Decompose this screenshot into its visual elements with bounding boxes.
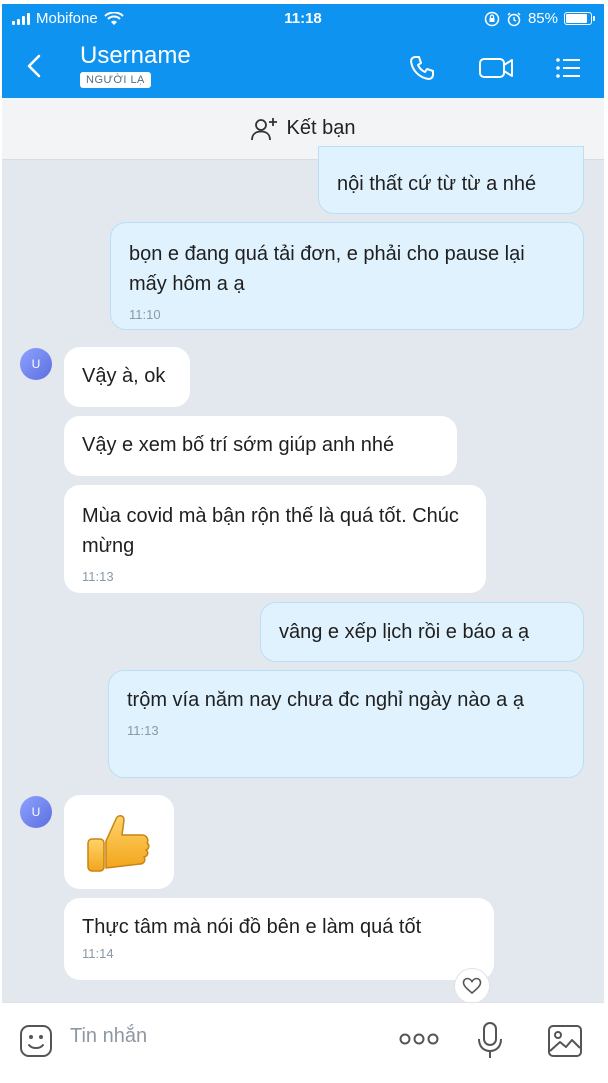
message-time: 11:10 [129, 307, 161, 322]
avatar[interactable]: U [20, 796, 52, 828]
emoji-icon[interactable] [18, 1023, 54, 1059]
react-button[interactable] [454, 968, 490, 1004]
message-time: 11:14 [82, 946, 114, 961]
stranger-badge: NGƯỜI LẠ [80, 72, 151, 88]
microphone-icon[interactable] [476, 1021, 504, 1061]
video-call-icon[interactable] [476, 50, 516, 86]
message-text: bọn e đang quá tải đơn, e phải cho pause… [129, 243, 525, 295]
message-input[interactable]: Tin nhắn [70, 1025, 147, 1048]
back-icon[interactable] [20, 51, 50, 81]
message-time: 11:13 [127, 723, 159, 738]
message-bubble-sent[interactable]: bọn e đang quá tải đơn, e phải cho pause… [110, 222, 584, 330]
phone-icon[interactable] [404, 50, 440, 86]
add-user-icon [250, 117, 277, 140]
rotation-lock-icon [484, 11, 500, 26]
chat-screen: Mobifone 11:18 85% Username NGƯỜI LẠ Kết… [2, 4, 604, 1077]
image-icon[interactable] [546, 1023, 584, 1059]
message-bubble-received[interactable]: Mùa covid mà bận rộn thế là quá tốt. Chú… [64, 485, 486, 593]
message-bubble-received[interactable]: Vậy e xem bố trí sớm giúp anh nhé [64, 416, 457, 476]
message-text: Mùa covid mà bận rộn thế là quá tốt. Chú… [82, 505, 459, 557]
avatar[interactable]: U [20, 348, 52, 380]
message-text: vâng e xếp lịch rồi e báo a ạ [279, 621, 530, 643]
message-text: nội thất cứ từ từ a nhé [337, 173, 537, 195]
message-bubble-received[interactable]: Thực tâm mà nói đồ bên e làm quá tốt 11:… [64, 898, 494, 980]
battery-percent: 85% [527, 10, 558, 27]
message-bubble-sent[interactable]: trộm vía năm nay chưa đc nghỉ ngày nào a… [108, 670, 584, 778]
add-friend-label: Kết bạn [286, 117, 356, 139]
chat-header: Mobifone 11:18 85% Username NGƯỜI LẠ [2, 4, 604, 98]
battery-icon [564, 12, 595, 25]
conversation-title[interactable]: Username NGƯỜI LẠ [80, 42, 191, 88]
status-right: 85% [484, 10, 595, 27]
message-text: Vậy à, ok [82, 365, 166, 387]
message-bubble-received[interactable]: Vậy à, ok [64, 347, 190, 407]
status-bar: Mobifone 11:18 85% [2, 10, 604, 32]
thumbs-up-sticker-icon [87, 815, 150, 872]
message-bubble-sent[interactable]: nội thất cứ từ từ a nhé [318, 146, 584, 214]
heart-icon [462, 977, 482, 995]
sticker-message[interactable] [64, 795, 174, 889]
message-input-bar: Tin nhắn [2, 1002, 604, 1077]
message-time: 11:13 [82, 569, 114, 584]
alarm-icon [507, 11, 521, 26]
more-icon[interactable] [398, 1029, 440, 1049]
message-text: trộm vía năm nay chưa đc nghỉ ngày nào a… [127, 689, 524, 711]
message-text: Vậy e xem bố trí sớm giúp anh nhé [82, 434, 395, 456]
contact-name: Username [80, 42, 191, 69]
message-bubble-sent[interactable]: vâng e xếp lịch rồi e báo a ạ [260, 602, 584, 662]
message-text: Thực tâm mà nói đồ bên e làm quá tốt [82, 916, 422, 938]
menu-icon[interactable] [550, 50, 586, 86]
